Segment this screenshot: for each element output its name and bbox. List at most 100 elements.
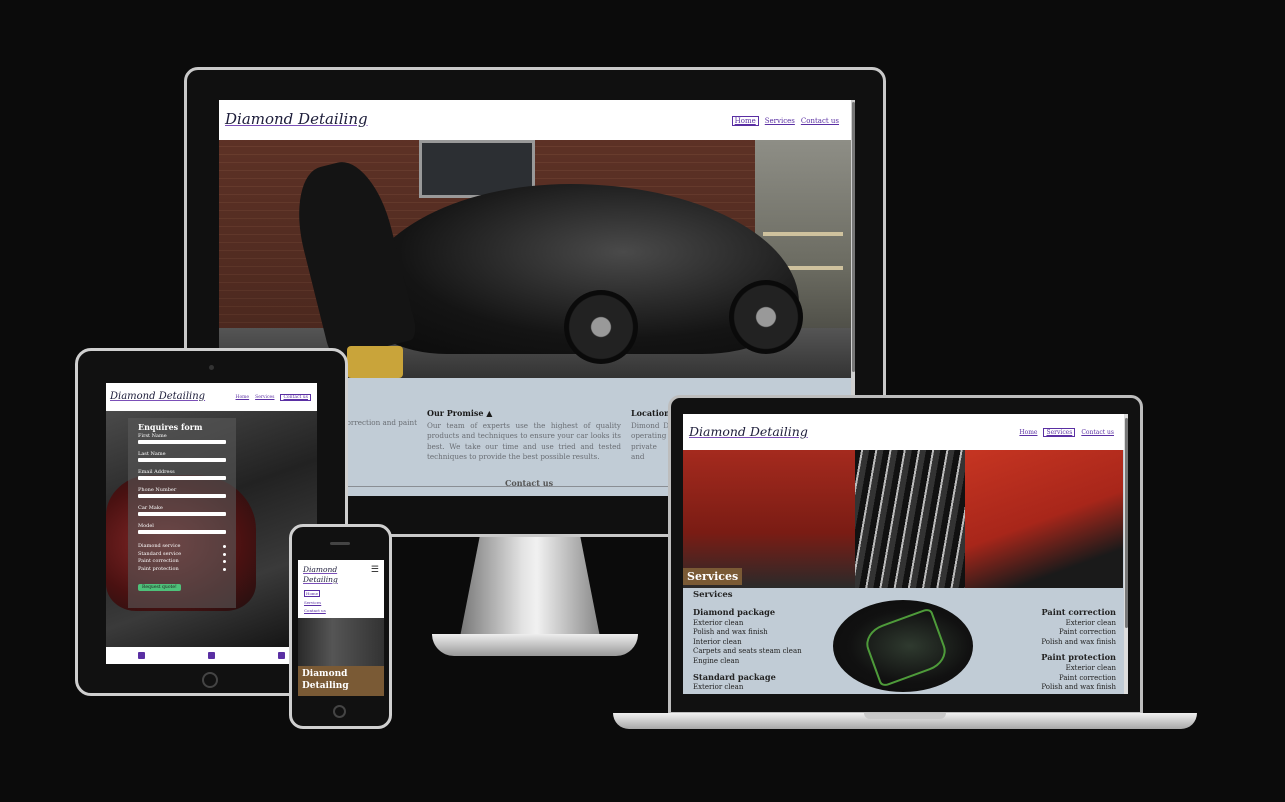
form-title: Enquires form	[138, 422, 203, 432]
nav-home-link[interactable]: Home	[236, 395, 250, 400]
car-icon: ▲	[486, 408, 493, 418]
last-name-input[interactable]	[138, 458, 226, 462]
package-title: Diamond package	[693, 607, 776, 617]
info-column-location: Location Dimond D operating private and	[631, 408, 669, 462]
phone: Diamond Detailing ☰ Home Services Contact…	[289, 524, 392, 729]
nav-home-link[interactable]: Home	[1019, 429, 1037, 436]
bucket	[347, 346, 403, 378]
hero-label: Services	[683, 568, 743, 585]
checkbox-row[interactable]: Diamond service	[138, 543, 226, 551]
main-nav: Home Services Contact us	[1013, 428, 1114, 437]
nav-home-link[interactable]: Home	[304, 590, 321, 597]
checkbox-row[interactable]: Paint protection	[138, 566, 226, 574]
instagram-icon[interactable]	[208, 652, 215, 659]
hero-image	[219, 140, 851, 378]
model-input[interactable]	[138, 530, 226, 534]
info-column-promise: Our Promise ▲ Our team of experts use th…	[427, 408, 621, 462]
info-title: Location	[631, 408, 669, 418]
phone-home-button[interactable]	[333, 705, 346, 718]
monitor-stand-neck	[460, 537, 600, 637]
package-title: Paint protection	[1041, 652, 1116, 663]
field-label: Last Name	[138, 451, 166, 457]
nav-home-link[interactable]: Home	[731, 116, 759, 126]
package-item: Polish and wax finish	[1041, 683, 1116, 692]
package-item: Exterior clean	[1065, 663, 1116, 672]
car-wheel-rear	[729, 280, 803, 354]
hamburger-menu-icon[interactable]: ☰	[371, 565, 379, 575]
package-item: Engine clean	[693, 656, 740, 665]
info-text: Our team of experts use the highest of q…	[427, 421, 621, 461]
car-make-input[interactable]	[138, 512, 226, 516]
tablet-home-button[interactable]	[202, 672, 218, 688]
checkbox[interactable]	[223, 567, 226, 571]
left-package-list: Diamond package Exterior clean Polish an…	[693, 607, 833, 693]
enquiry-form: Enquires form First Name Last Name Email…	[128, 418, 236, 608]
site-logo[interactable]: Diamond Detailing	[225, 110, 368, 128]
site-header: Diamond Detailing Home Services Contact us	[106, 383, 317, 411]
package-item: Paint correction	[1058, 673, 1116, 682]
field-label: First Name	[138, 433, 167, 439]
package-item: Polish and wax finish	[1041, 637, 1116, 646]
mobile-nav: Home Services Contact us	[304, 590, 326, 616]
twitter-icon[interactable]	[278, 652, 285, 659]
monitor-stand-foot	[432, 634, 638, 656]
scrollbar[interactable]	[1124, 414, 1128, 694]
footer-contact-link[interactable]: Contact us	[505, 478, 553, 488]
facebook-icon[interactable]	[138, 652, 145, 659]
field-label: Phone Number	[138, 487, 177, 493]
info-title: Our Promise ▲	[427, 408, 493, 418]
site-header: Diamond Detailing Home Services Contact us	[219, 100, 855, 140]
package-item: Interior clean	[693, 637, 742, 646]
main-nav: Home Services Contact us	[726, 116, 839, 126]
car-wheel-front	[564, 290, 638, 364]
section-title: Services	[693, 590, 733, 600]
package-item: Exterior clean	[693, 618, 744, 627]
checkbox[interactable]	[223, 552, 226, 556]
site-logo[interactable]: Diamond Detailing	[689, 424, 808, 439]
site-logo[interactable]: Diamond Detailing	[303, 565, 338, 585]
engine-photo	[833, 600, 973, 692]
checkbox-row[interactable]: Standard service	[138, 551, 226, 559]
site-footer	[106, 647, 317, 664]
package-item: Polish and wax finish	[693, 628, 768, 637]
wheel-closeup	[855, 450, 965, 588]
request-quote-button[interactable]: Request quote!	[138, 584, 181, 591]
right-package-list: Paint correction Exterior clean Paint co…	[996, 607, 1116, 693]
nav-contact-link[interactable]: Contact us	[280, 394, 311, 401]
phone-speaker	[330, 542, 350, 545]
package-title: Standard package	[693, 671, 776, 682]
laptop-screen: Diamond Detailing Home Services Contact us…	[683, 414, 1128, 694]
services-hero-image: Services	[683, 450, 1123, 588]
checkbox[interactable]	[223, 560, 226, 563]
package-item: Carpets and seats steam clean	[693, 647, 802, 656]
hero-image	[298, 618, 384, 666]
laptop-notch	[864, 713, 946, 719]
hero-title: Diamond Detailing	[298, 666, 384, 696]
checkbox-row[interactable]: Paint correction	[138, 558, 226, 566]
laptop: Diamond Detailing Home Services Contact us…	[668, 395, 1143, 715]
info-text: Dimond D operating private and	[631, 421, 669, 461]
nav-contact-link[interactable]: Contact us	[1081, 429, 1114, 436]
red-car-foam	[965, 450, 1123, 588]
first-name-input[interactable]	[138, 440, 226, 444]
site-header: Diamond Detailing Home Services Contact us	[683, 414, 1128, 450]
package-item: Exterior clean	[1065, 618, 1116, 627]
package-title: Paint correction	[1041, 607, 1116, 617]
nav-services-link[interactable]: Services	[304, 600, 321, 605]
checkbox[interactable]	[223, 545, 226, 548]
nav-contact-link[interactable]: Contact us	[801, 117, 839, 125]
nav-services-link[interactable]: Services	[1043, 428, 1076, 437]
field-label: Email Address	[138, 469, 175, 475]
site-logo[interactable]: Diamond Detailing	[110, 391, 205, 402]
main-nav: Home Services Contact us	[230, 394, 311, 401]
package-item: Exterior clean	[693, 683, 744, 692]
nav-services-link[interactable]: Services	[765, 117, 795, 125]
field-label: Model	[138, 523, 154, 529]
tablet-screen: Diamond Detailing Home Services Contact us…	[106, 383, 317, 664]
nav-services-link[interactable]: Services	[255, 395, 274, 400]
nav-contact-link[interactable]: Contact us	[304, 608, 326, 613]
phone-input[interactable]	[138, 494, 226, 498]
package-item: Paint correction	[1058, 628, 1116, 637]
email-input[interactable]	[138, 476, 226, 480]
field-label: Car Make	[138, 505, 163, 511]
